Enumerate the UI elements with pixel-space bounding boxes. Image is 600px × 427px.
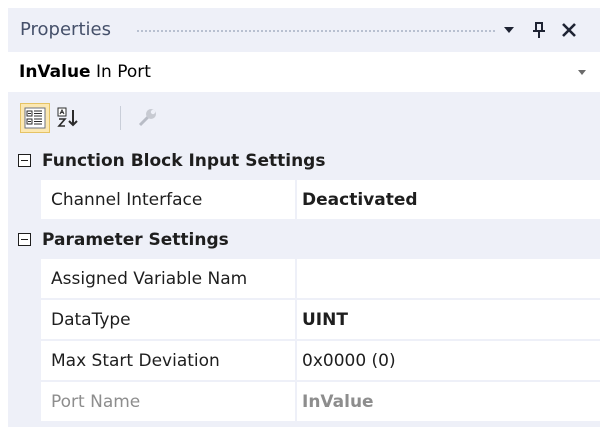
chevron-down-icon[interactable] (498, 18, 520, 42)
property-row-max-start-deviation[interactable]: Max Start Deviation 0x0000 (0) (8, 341, 600, 382)
category-label: Parameter Settings (42, 230, 229, 250)
property-name: Channel Interface (41, 180, 295, 220)
property-row-datatype[interactable]: DataType UINT (8, 300, 600, 341)
property-name: DataType (41, 300, 295, 340)
collapse-icon[interactable] (18, 154, 31, 167)
property-value[interactable]: UINT (297, 300, 600, 340)
selected-object: InValue In Port (19, 62, 151, 82)
property-value[interactable]: 0x0000 (0) (297, 341, 600, 381)
property-value[interactable]: Deactivated (297, 180, 600, 220)
property-name: Port Name (41, 382, 295, 422)
selector-dropdown-icon[interactable] (578, 70, 586, 75)
property-value[interactable] (297, 259, 600, 299)
alphabetical-button[interactable] (54, 103, 84, 133)
categorized-icon (24, 107, 46, 129)
property-row-assigned-variable-name[interactable]: Assigned Variable Nam (8, 259, 600, 300)
row-gutter (8, 180, 41, 221)
property-row-channel-interface[interactable]: Channel Interface Deactivated (8, 180, 600, 221)
properties-toolbar (8, 92, 600, 142)
property-value: InValue (297, 382, 600, 422)
panel-title-bar[interactable]: Properties (8, 8, 600, 52)
row-gutter (8, 382, 41, 423)
property-row-port-name[interactable]: Port Name InValue (8, 382, 600, 423)
property-pages-icon (138, 109, 156, 127)
panel-title: Properties (20, 19, 111, 40)
property-name: Assigned Variable Nam (41, 259, 295, 299)
properties-panel: Properties InValue In Port Function Bloc… (8, 8, 600, 427)
category-label: Function Block Input Settings (42, 151, 326, 171)
category-function-block-input-settings[interactable]: Function Block Input Settings (8, 142, 600, 180)
close-icon[interactable] (558, 18, 580, 42)
row-gutter (8, 300, 41, 341)
row-gutter (8, 259, 41, 300)
property-grid: Function Block Input Settings Channel In… (8, 142, 600, 423)
toolbar-separator (120, 106, 121, 130)
row-gutter (8, 341, 41, 382)
collapse-icon[interactable] (18, 233, 31, 246)
property-pages-button[interactable] (132, 103, 162, 133)
property-name: Max Start Deviation (41, 341, 295, 381)
alphabetical-icon (57, 107, 78, 127)
drag-grip[interactable] (136, 29, 496, 34)
pin-icon[interactable] (528, 18, 550, 42)
categorized-button[interactable] (20, 103, 50, 133)
selected-object-type: In Port (96, 62, 151, 82)
selected-object-name: InValue (19, 62, 91, 82)
object-selector[interactable]: InValue In Port (8, 52, 600, 92)
category-parameter-settings[interactable]: Parameter Settings (8, 221, 600, 259)
